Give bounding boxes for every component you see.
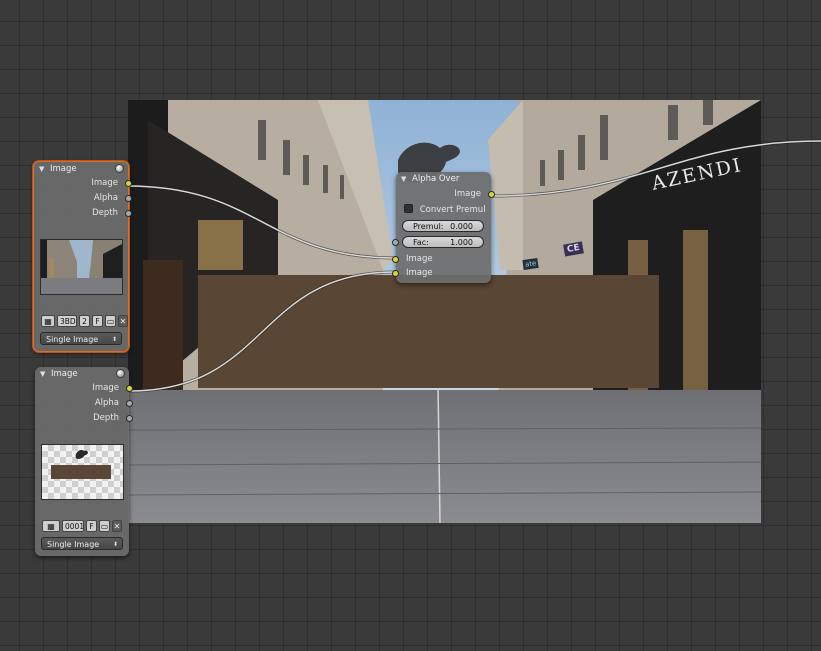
output-image-socket[interactable] [125,180,132,187]
field-value: 1.000 [450,238,473,247]
unlink-x-icon[interactable]: ✕ [112,520,122,532]
socket-label: Depth [93,413,119,423]
socket-label: Alpha [93,193,118,203]
open-folder-icon[interactable]: ▭ [99,520,110,532]
socket-label: Image [92,383,119,393]
output-image: Image [35,381,133,396]
node-title: Image [51,369,78,379]
input-image-1: Image [392,252,501,267]
image-name-field[interactable]: 3BD [57,315,77,327]
input-fac-socket[interactable] [392,239,399,246]
field-value: 0.000 [450,222,473,231]
premul-field[interactable]: Premul: 0.000 [402,220,484,232]
preview-sphere-icon[interactable] [116,369,125,378]
preview-sphere-icon[interactable] [115,164,124,173]
image-node-2-header[interactable]: ▼ Image [35,367,129,381]
dropdown-value: Single Image [46,335,99,344]
collapse-triangle-icon[interactable]: ▼ [401,172,406,186]
output-depth: Depth [34,206,132,221]
output-depth: Depth [35,411,133,426]
image-datablock-bar: ▦ 3BD 2 F ▭ ✕ [41,315,128,327]
unlink-x-icon[interactable]: ✕ [118,315,128,327]
image-browse-icon[interactable]: ▦ [41,315,55,327]
image-source-dropdown[interactable]: Single Image ⬍ [41,537,123,550]
node-title: Image [50,164,77,174]
node-title: Alpha Over [412,174,460,184]
socket-label: Image [406,254,433,264]
image-browse-icon[interactable]: ▦ [42,520,60,532]
fake-user-button[interactable]: F [92,315,103,327]
image-node-1-header[interactable]: ▼ Image [34,162,128,176]
output-image-socket[interactable] [488,191,495,198]
image-users-count[interactable]: 2 [79,315,90,327]
updown-arrows-icon: ⬍ [111,336,117,343]
collapse-triangle-icon[interactable]: ▼ [39,162,44,176]
open-folder-icon[interactable]: ▭ [105,315,116,327]
output-alpha-socket[interactable] [126,400,133,407]
updown-arrows-icon: ⬍ [112,541,118,548]
fake-user-button[interactable]: F [86,520,97,532]
output-depth-socket[interactable] [126,415,133,422]
image-source-dropdown[interactable]: Single Image ⬍ [40,332,122,345]
socket-label: Image [454,189,481,199]
output-image-socket[interactable] [126,385,133,392]
output-alpha: Alpha [35,396,133,411]
input-image-2: Image [392,266,501,281]
output-alpha-socket[interactable] [125,195,132,202]
backdrop-image [128,100,761,523]
socket-label: Depth [92,208,118,218]
output-alpha: Alpha [34,191,132,206]
alpha-over-header[interactable]: ▼ Alpha Over [396,172,491,186]
socket-label: Image [91,178,118,188]
fac-field[interactable]: Fac: 1.000 [402,236,484,248]
field-label: Premul: [413,222,444,231]
image-preview-thumbnail [41,444,124,500]
output-depth-socket[interactable] [125,210,132,217]
output-image: Image [34,176,132,191]
convert-premul-checkbox-row[interactable]: Convert Premul [396,203,491,217]
image-node-1[interactable]: ▼ Image Image Alpha Depth ▦ 3BD 2 F ▭ ✕ … [33,161,132,352]
alpha-over-node[interactable]: ▼ Alpha Over Image Convert Premul Premul… [392,172,495,283]
input-image-1-socket[interactable] [392,256,399,263]
dropdown-value: Single Image [47,540,100,549]
output-image: Image [396,186,495,203]
input-image-2-socket[interactable] [392,270,399,277]
image-datablock-bar: ▦ 0001 F ▭ ✕ [42,520,122,532]
shop-sign-small: ate [522,257,539,271]
field-label: Fac: [413,238,429,247]
socket-label: Alpha [94,398,119,408]
convert-premul-checkbox[interactable] [404,204,413,213]
image-name-field[interactable]: 0001 [62,520,84,532]
socket-label: Image [406,268,433,278]
image-node-2[interactable]: ▼ Image Image Alpha Depth ▦ 0001 F ▭ ✕ S… [35,367,133,556]
image-preview-thumbnail [40,239,123,295]
collapse-triangle-icon[interactable]: ▼ [40,367,45,381]
checkbox-label: Convert Premul [419,205,486,215]
